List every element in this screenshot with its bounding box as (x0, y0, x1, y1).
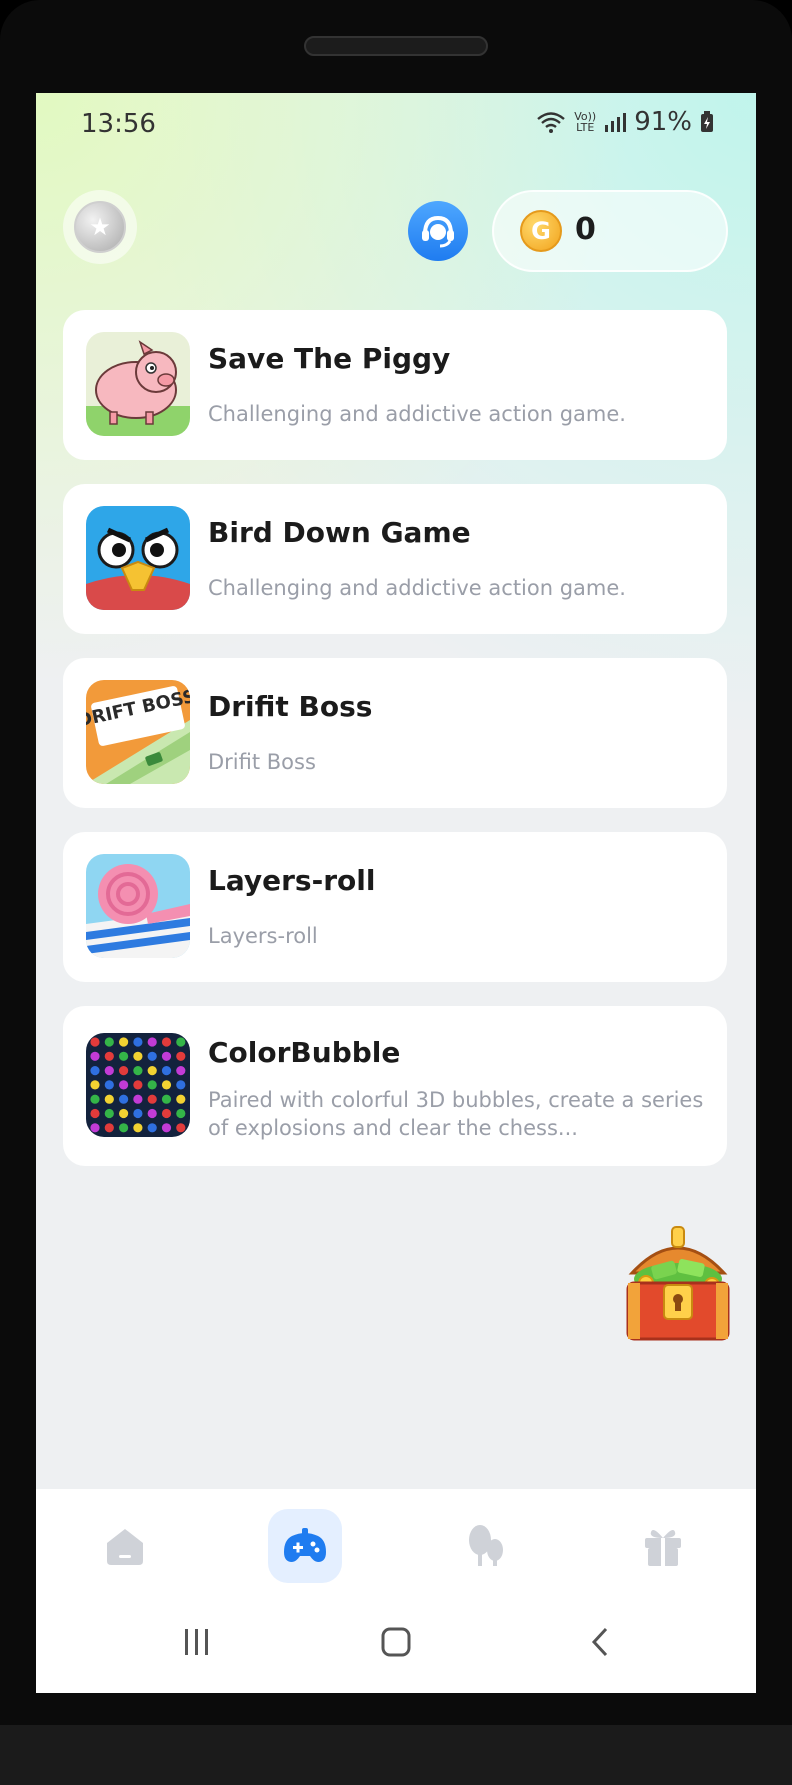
color-bubble-icon (86, 1033, 190, 1137)
coin-balance-pill[interactable]: G 0 (492, 190, 728, 272)
game-title: Drifit Boss (208, 690, 373, 723)
layers-roll-icon (86, 854, 190, 958)
game-description: Challenging and addictive action game. (208, 402, 626, 426)
game-card-bird-down[interactable]: Bird Down Game Challenging and addictive… (63, 484, 727, 634)
gift-icon (645, 1530, 681, 1566)
wifi-icon (537, 112, 565, 133)
game-description: Paired with colorful 3D bubbles, create … (208, 1088, 704, 1140)
status-bar: 13:56 Vo)) LTE 91% (36, 93, 756, 153)
nav-games[interactable] (268, 1509, 342, 1583)
status-icons: Vo)) LTE 91% (536, 107, 714, 137)
achievement-medal-button[interactable]: ★ (63, 190, 137, 264)
customer-support-button[interactable] (408, 201, 468, 261)
recent-apps-icon[interactable] (182, 1627, 212, 1657)
home-button-icon[interactable] (381, 1627, 411, 1657)
bottom-navigation (36, 1489, 756, 1601)
star-medal-icon: ★ (74, 201, 126, 253)
headset-icon (422, 215, 454, 248)
game-title: ColorBubble (208, 1036, 401, 1069)
coin-balance: 0 (575, 212, 596, 247)
gold-coin-icon: G (520, 210, 562, 252)
status-time: 13:56 (81, 109, 156, 139)
game-card-save-the-piggy[interactable]: Save The Piggy Challenging and addictive… (63, 310, 727, 460)
game-title: Bird Down Game (208, 516, 471, 549)
volte-lte-label: Vo)) LTE (574, 110, 597, 134)
treasure-chest-icon (626, 1226, 730, 1341)
game-card-drifit-boss[interactable]: DRIFT BOSS Drifit Boss Drifit Boss (63, 658, 727, 808)
battery-percent: 91% (634, 107, 692, 137)
app-screen: 13:56 Vo)) LTE 91% ★ G 0 Save The Piggy … (36, 93, 756, 1693)
phone-frame: 13:56 Vo)) LTE 91% ★ G 0 Save The Piggy … (0, 0, 792, 1785)
nav-forest[interactable] (448, 1509, 522, 1583)
game-description: Layers-roll (208, 924, 318, 948)
game-description: Challenging and addictive action game. (208, 576, 626, 600)
game-title: Save The Piggy (208, 342, 451, 375)
tree-icon (469, 1525, 503, 1566)
back-icon[interactable] (586, 1627, 616, 1657)
nav-home[interactable] (88, 1509, 162, 1583)
gamepad-icon (284, 1528, 326, 1562)
game-description: Drifit Boss (208, 750, 316, 774)
game-card-color-bubble[interactable]: ColorBubble Paired with colorful 3D bubb… (63, 1006, 727, 1166)
phone-bottom-bezel (0, 1725, 792, 1785)
home-icon (107, 1529, 143, 1565)
nav-rewards[interactable] (626, 1509, 700, 1583)
speaker-grille (304, 36, 488, 56)
system-navigation-bar (36, 1601, 756, 1693)
battery-icon (701, 111, 713, 132)
bird-icon (86, 506, 190, 610)
signal-icon (605, 113, 627, 132)
drift-boss-icon: DRIFT BOSS (86, 680, 190, 784)
game-card-layers-roll[interactable]: Layers-roll Layers-roll (63, 832, 727, 982)
treasure-chest-button[interactable] (618, 1223, 738, 1347)
game-title: Layers-roll (208, 864, 376, 897)
pig-icon (86, 332, 190, 436)
